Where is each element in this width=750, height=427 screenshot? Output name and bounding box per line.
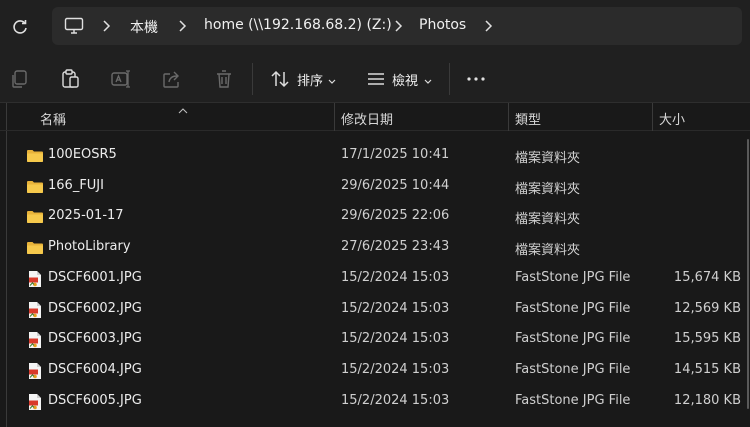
file-row[interactable]: DSCF6001.JPG 15/2/2024 15:03 FastStone JPG…	[0, 264, 750, 294]
file-modified-date: 27/6/2025 23:43	[341, 239, 450, 255]
refresh-icon[interactable]	[10, 17, 30, 37]
file-name: DSCF6002.JPG	[48, 300, 142, 316]
file-type: 檔案資料夾	[515, 181, 581, 197]
file-name: DSCF6003.JPG	[48, 331, 142, 347]
view-button[interactable]: 檢視	[392, 70, 418, 89]
file-name: PhotoLibrary	[48, 239, 131, 255]
column-header-type[interactable]: 類型	[515, 109, 541, 128]
address-row: 本機 home (\\192.168.68.2) (Z:) Photos	[0, 0, 750, 55]
file-name: 100EOSR5	[48, 147, 117, 162]
file-row[interactable]: DSCF6002.JPG 15/2/2024 15:03 FastStone JPG…	[0, 295, 750, 325]
file-list: 名稱 修改日期 類型 大小 100EOSR5 17/1/2025 10:41 檔案資…	[0, 103, 750, 427]
more-icon[interactable]	[464, 67, 488, 91]
column-separator[interactable]	[508, 103, 509, 131]
breadcrumb-this-pc[interactable]: 本機	[130, 17, 158, 37]
sort-button[interactable]: 排序	[297, 70, 323, 89]
file-row[interactable]: DSCF6003.JPG 15/2/2024 15:03 FastStone JPG…	[0, 325, 750, 355]
file-size: 14,515 KB	[673, 361, 741, 377]
file-type: 檔案資料夾	[515, 212, 581, 228]
file-type: FastStone JPG File	[515, 361, 631, 377]
chevron-down-icon[interactable]	[328, 74, 336, 84]
jpg-file-icon	[26, 331, 44, 349]
column-header-date[interactable]: 修改日期	[341, 109, 393, 128]
jpg-file-icon	[26, 301, 44, 319]
file-modified-date: 17/1/2025 10:41	[341, 147, 450, 162]
copy-icon[interactable]	[7, 67, 31, 91]
file-modified-date: 29/6/2025 10:44	[341, 177, 450, 193]
file-size: 15,595 KB	[673, 331, 741, 347]
file-modified-date: 15/2/2024 15:03	[341, 269, 450, 285]
sort-ascending-icon	[178, 103, 188, 114]
file-row[interactable]: 100EOSR5 17/1/2025 10:41 檔案資料夾	[0, 141, 750, 171]
folder-icon	[26, 147, 44, 165]
chevron-right-icon[interactable]	[176, 18, 188, 34]
scrollbar[interactable]	[744, 103, 750, 427]
rename-icon[interactable]	[109, 67, 133, 91]
file-modified-date: 15/2/2024 15:03	[341, 392, 450, 408]
file-type: FastStone JPG File	[515, 269, 631, 285]
breadcrumb-home-drive[interactable]: home (\\192.168.68.2) (Z:)	[204, 17, 392, 33]
folder-icon	[26, 208, 44, 226]
column-separator[interactable]	[334, 103, 335, 131]
file-modified-date: 15/2/2024 15:03	[341, 300, 450, 316]
column-header-row: 名稱 修改日期 類型 大小	[0, 103, 750, 131]
file-row[interactable]: 166_FUJI 29/6/2025 10:44 檔案資料夾	[0, 172, 750, 202]
file-row[interactable]: 2025-01-17 29/6/2025 22:06 檔案資料夾	[0, 202, 750, 232]
paste-icon[interactable]	[58, 67, 82, 91]
column-header-name[interactable]: 名稱	[40, 109, 66, 128]
file-type: FastStone JPG File	[515, 331, 631, 347]
file-modified-date: 15/2/2024 15:03	[341, 331, 450, 347]
computer-icon[interactable]	[64, 17, 84, 35]
view-icon[interactable]	[364, 67, 388, 91]
file-row[interactable]: PhotoLibrary 27/6/2025 23:43 檔案資料夾	[0, 233, 750, 263]
sort-icon[interactable]	[268, 67, 292, 91]
file-name: DSCF6005.JPG	[48, 392, 142, 408]
file-name: 2025-01-17	[48, 208, 124, 224]
file-type: FastStone JPG File	[515, 392, 631, 408]
file-modified-date: 15/2/2024 15:03	[341, 361, 450, 377]
file-name: DSCF6004.JPG	[48, 361, 142, 377]
file-type: FastStone JPG File	[515, 300, 631, 316]
file-size: 12,180 KB	[673, 392, 741, 408]
chevron-right-icon[interactable]	[482, 18, 494, 34]
jpg-file-icon	[26, 362, 44, 380]
folder-icon	[26, 178, 44, 196]
column-separator[interactable]	[652, 103, 653, 131]
column-header-size[interactable]: 大小	[659, 109, 685, 128]
jpg-file-icon	[26, 270, 44, 288]
toolbar-divider	[252, 63, 253, 95]
file-type: 檔案資料夾	[515, 151, 581, 166]
chevron-down-icon[interactable]	[424, 74, 432, 84]
file-row[interactable]: DSCF6004.JPG 15/2/2024 15:03 FastStone JPG…	[0, 356, 750, 386]
command-bar: 排序 檢視	[0, 55, 750, 103]
file-name: DSCF6001.JPG	[48, 269, 142, 285]
chevron-right-icon[interactable]	[100, 18, 112, 34]
file-modified-date: 29/6/2025 22:06	[341, 208, 450, 224]
file-name: 166_FUJI	[48, 177, 104, 193]
folder-icon	[26, 239, 44, 257]
address-bar[interactable]: 本機 home (\\192.168.68.2) (Z:) Photos	[52, 7, 742, 45]
file-size: 15,674 KB	[673, 269, 741, 285]
breadcrumb-photos[interactable]: Photos	[419, 17, 466, 33]
toolbar-divider	[449, 63, 450, 95]
jpg-file-icon	[26, 393, 44, 411]
share-icon[interactable]	[160, 67, 184, 91]
chevron-right-icon[interactable]	[392, 18, 404, 34]
delete-icon[interactable]	[212, 67, 236, 91]
file-size: 12,569 KB	[673, 300, 741, 316]
file-type: 檔案資料夾	[515, 243, 581, 259]
file-row[interactable]: DSCF6005.JPG 15/2/2024 15:03 FastStone JPG…	[0, 387, 750, 417]
